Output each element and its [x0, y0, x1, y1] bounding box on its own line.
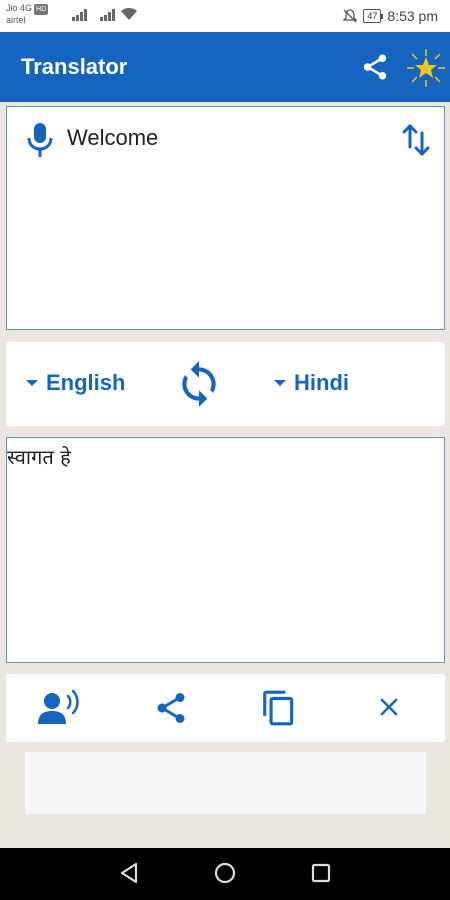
recents-icon [311, 863, 331, 883]
source-language-dropdown[interactable]: English [26, 370, 125, 396]
ad-banner[interactable] [25, 752, 426, 814]
share-icon [363, 54, 387, 80]
status-time: 8:53 pm [387, 8, 438, 24]
volte-badge: HD [34, 4, 49, 15]
wifi-icon [121, 7, 137, 20]
target-language-label: Hindi [294, 370, 349, 395]
share-icon [157, 693, 185, 723]
app-bar: Translator [0, 32, 450, 102]
speak-button[interactable] [38, 688, 82, 733]
swap-vertical-icon [402, 123, 430, 157]
sync-icon [182, 361, 216, 407]
back-icon [120, 862, 138, 884]
mic-icon [27, 123, 53, 157]
dropdown-caret-icon [26, 380, 38, 386]
clear-button[interactable] [374, 692, 404, 727]
share-output-button[interactable] [153, 688, 189, 733]
mic-button[interactable] [25, 121, 55, 164]
swap-vertical-button[interactable] [402, 123, 430, 162]
nav-back-button[interactable] [118, 861, 140, 890]
carrier-info: Jio 4G HD airtel [6, 3, 49, 26]
status-right: 47 8:53 pm [343, 8, 438, 24]
speak-icon [38, 689, 79, 724]
carrier-1-label: Jio 4G [6, 3, 33, 13]
carrier-2-label: airtel [6, 15, 26, 25]
rate-button[interactable] [405, 47, 447, 89]
source-language-label: English [46, 370, 126, 395]
signal-icon [72, 9, 87, 21]
app-title: Translator [21, 54, 128, 79]
share-button[interactable] [360, 52, 392, 82]
status-bar: Jio 4G HD airtel 47 8:53 pm [0, 0, 450, 32]
mute-icon [343, 9, 358, 23]
output-card: स्वागत हे [6, 437, 445, 663]
signal-icon-2 [100, 9, 115, 21]
nav-recents-button[interactable] [310, 861, 332, 890]
copy-icon [263, 690, 294, 726]
language-bar: English Hindi [6, 342, 445, 426]
nav-home-button[interactable] [213, 861, 237, 890]
battery-indicator: 47 [363, 9, 384, 23]
close-icon [380, 698, 398, 716]
target-language-dropdown[interactable]: Hindi [274, 370, 349, 396]
dropdown-caret-icon [274, 380, 286, 386]
home-icon [214, 862, 236, 884]
swap-languages-button[interactable] [174, 355, 224, 418]
navigation-bar [0, 848, 450, 900]
source-text-input[interactable] [67, 125, 387, 151]
action-bar [6, 674, 445, 742]
input-card [6, 106, 445, 330]
translated-text: स्वागत हे [7, 445, 71, 469]
copy-button[interactable] [260, 686, 298, 735]
star-icon [407, 49, 445, 87]
